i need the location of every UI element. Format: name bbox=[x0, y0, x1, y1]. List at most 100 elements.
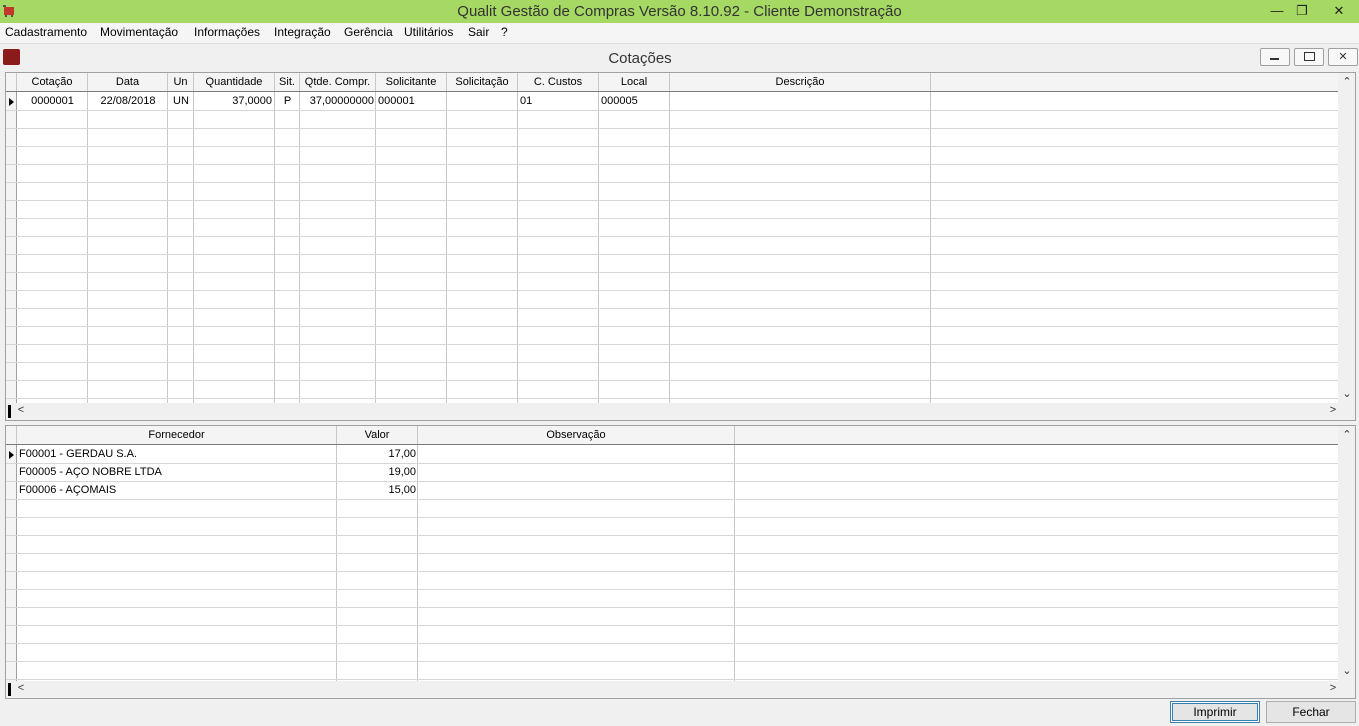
grid-row-line bbox=[6, 254, 1338, 255]
menu-informacoes[interactable]: Informações bbox=[194, 25, 260, 39]
col-quantidade[interactable]: Quantidade bbox=[194, 73, 275, 91]
scroll-thumb[interactable] bbox=[8, 405, 11, 418]
grid-row-line bbox=[6, 535, 1338, 536]
menu-cadastramento[interactable]: Cadastramento bbox=[5, 25, 87, 39]
row-indicator-column bbox=[6, 92, 17, 404]
col-observacao[interactable]: Observação bbox=[418, 426, 735, 444]
minimize-icon[interactable]: — bbox=[1266, 2, 1288, 20]
grid-row-line bbox=[6, 643, 1338, 644]
col-descricao[interactable]: Descrição bbox=[670, 73, 931, 91]
cell-qtde-compr: 37,00000000 bbox=[309, 95, 374, 107]
child-close-icon[interactable]: ✕ bbox=[1328, 48, 1358, 66]
menu-movimentacao[interactable]: Movimentação bbox=[100, 25, 178, 39]
cell-solicitante: 000001 bbox=[378, 95, 415, 107]
menu-integracao[interactable]: Integração bbox=[274, 25, 331, 39]
grid-row-line bbox=[6, 128, 1338, 129]
quotes-horizontal-scrollbar[interactable]: < > bbox=[6, 403, 1355, 420]
child-restore-icon[interactable] bbox=[1294, 48, 1324, 66]
quotes-grid-header: Cotação Data Un Quantidade Sit. Qtde. Co… bbox=[6, 73, 1338, 92]
suppliers-grid-header: Fornecedor Valor Observação bbox=[6, 426, 1338, 445]
scroll-thumb[interactable] bbox=[8, 683, 11, 696]
suppliers-grid[interactable]: Fornecedor Valor Observação F00001 - GER… bbox=[5, 425, 1356, 699]
scroll-up-icon[interactable]: ⌃ bbox=[1340, 75, 1354, 88]
menu-help[interactable]: ? bbox=[501, 25, 508, 39]
grid-row-line bbox=[6, 625, 1338, 626]
quotes-vertical-scrollbar[interactable]: ⌃ ⌄ bbox=[1338, 73, 1355, 403]
grid-row-line bbox=[6, 607, 1338, 608]
grid-row-line bbox=[6, 679, 1338, 680]
scroll-left-icon[interactable]: < bbox=[14, 404, 28, 416]
grid-row-line bbox=[6, 164, 1338, 165]
cell-observacao bbox=[420, 445, 734, 463]
scroll-left-icon[interactable]: < bbox=[14, 682, 28, 694]
title-bar: Qualit Gestão de Compras Versão 8.10.92 … bbox=[0, 0, 1359, 23]
cell-valor: 15,00 bbox=[388, 484, 416, 496]
grid-row-line bbox=[6, 344, 1338, 345]
scroll-down-icon[interactable]: ⌄ bbox=[1340, 387, 1354, 400]
grid-row-line bbox=[6, 272, 1338, 273]
scroll-right-icon[interactable]: > bbox=[1326, 682, 1340, 694]
col-qtde-compr[interactable]: Qtde. Compr. bbox=[300, 73, 376, 91]
window-title: Qualit Gestão de Compras Versão 8.10.92 … bbox=[457, 3, 902, 20]
col-cotacao[interactable]: Cotação bbox=[17, 73, 88, 91]
child-window-title-bar: Cotações ✕ bbox=[0, 46, 1359, 70]
grid-row-line bbox=[6, 200, 1338, 201]
cell-descricao bbox=[672, 92, 930, 110]
col-fornecedor[interactable]: Fornecedor bbox=[17, 426, 337, 444]
grid-column-line bbox=[87, 92, 88, 403]
cell-observacao bbox=[420, 463, 734, 481]
cell-observacao bbox=[420, 481, 734, 499]
grid-row-line bbox=[6, 218, 1338, 219]
col-valor[interactable]: Valor bbox=[337, 426, 418, 444]
grid-column-line bbox=[669, 92, 670, 403]
grid-row-line bbox=[6, 182, 1338, 183]
child-minimize-icon[interactable] bbox=[1260, 48, 1290, 66]
col-un[interactable]: Un bbox=[168, 73, 194, 91]
col-solicitante[interactable]: Solicitante bbox=[376, 73, 447, 91]
menu-sair[interactable]: Sair bbox=[468, 25, 489, 39]
grid-column-line bbox=[446, 92, 447, 403]
close-window-icon[interactable]: ✕ bbox=[1326, 2, 1352, 20]
grid-row-line bbox=[6, 290, 1338, 291]
scroll-down-icon[interactable]: ⌄ bbox=[1340, 664, 1354, 677]
grid-row-line bbox=[6, 326, 1338, 327]
grid-column-line bbox=[193, 92, 194, 403]
col-data[interactable]: Data bbox=[88, 73, 168, 91]
suppliers-horizontal-scrollbar[interactable]: < > bbox=[6, 681, 1355, 698]
cell-sit: P bbox=[283, 95, 292, 107]
grid-row-line bbox=[6, 553, 1338, 554]
col-c-custos[interactable]: C. Custos bbox=[518, 73, 599, 91]
cell-valor: 19,00 bbox=[388, 466, 416, 478]
current-row-marker-icon bbox=[9, 98, 14, 106]
cell-quantidade: 37,0000 bbox=[232, 95, 272, 107]
scroll-up-icon[interactable]: ⌃ bbox=[1340, 428, 1354, 441]
indicator-header bbox=[6, 426, 17, 444]
col-local[interactable]: Local bbox=[599, 73, 670, 91]
grid-column-line bbox=[930, 92, 931, 403]
grid-row-line bbox=[6, 362, 1338, 363]
grid-column-line bbox=[299, 92, 300, 403]
grid-column-line bbox=[274, 92, 275, 403]
col-solicitacao[interactable]: Solicitação bbox=[447, 73, 518, 91]
cell-fornecedor: F00001 - GERDAU S.A. bbox=[19, 448, 137, 460]
indicator-header bbox=[6, 73, 17, 91]
grid-row-line bbox=[6, 589, 1338, 590]
menu-gerencia[interactable]: Gerência bbox=[344, 25, 393, 39]
suppliers-vertical-scrollbar[interactable]: ⌃ ⌄ bbox=[1338, 426, 1355, 681]
cell-fornecedor: F00006 - AÇOMAIS bbox=[19, 484, 117, 496]
print-button[interactable]: Imprimir bbox=[1170, 701, 1260, 723]
grid-row-line bbox=[6, 308, 1338, 309]
grid-column-line bbox=[517, 92, 518, 403]
grid-column-line bbox=[375, 92, 376, 403]
grid-row-line bbox=[6, 661, 1338, 662]
current-row-marker-icon bbox=[9, 451, 14, 459]
menu-utilitarios[interactable]: Utilitários bbox=[404, 25, 453, 39]
scroll-right-icon[interactable]: > bbox=[1326, 404, 1340, 416]
grid-row-line bbox=[6, 380, 1338, 381]
col-sit[interactable]: Sit. bbox=[275, 73, 300, 91]
restore-icon[interactable]: ❐ bbox=[1291, 2, 1313, 20]
close-button[interactable]: Fechar bbox=[1266, 701, 1356, 723]
cell-solicitacao bbox=[449, 92, 517, 110]
cell-valor: 17,00 bbox=[388, 448, 416, 460]
quotes-grid[interactable]: Cotação Data Un Quantidade Sit. Qtde. Co… bbox=[5, 72, 1356, 421]
